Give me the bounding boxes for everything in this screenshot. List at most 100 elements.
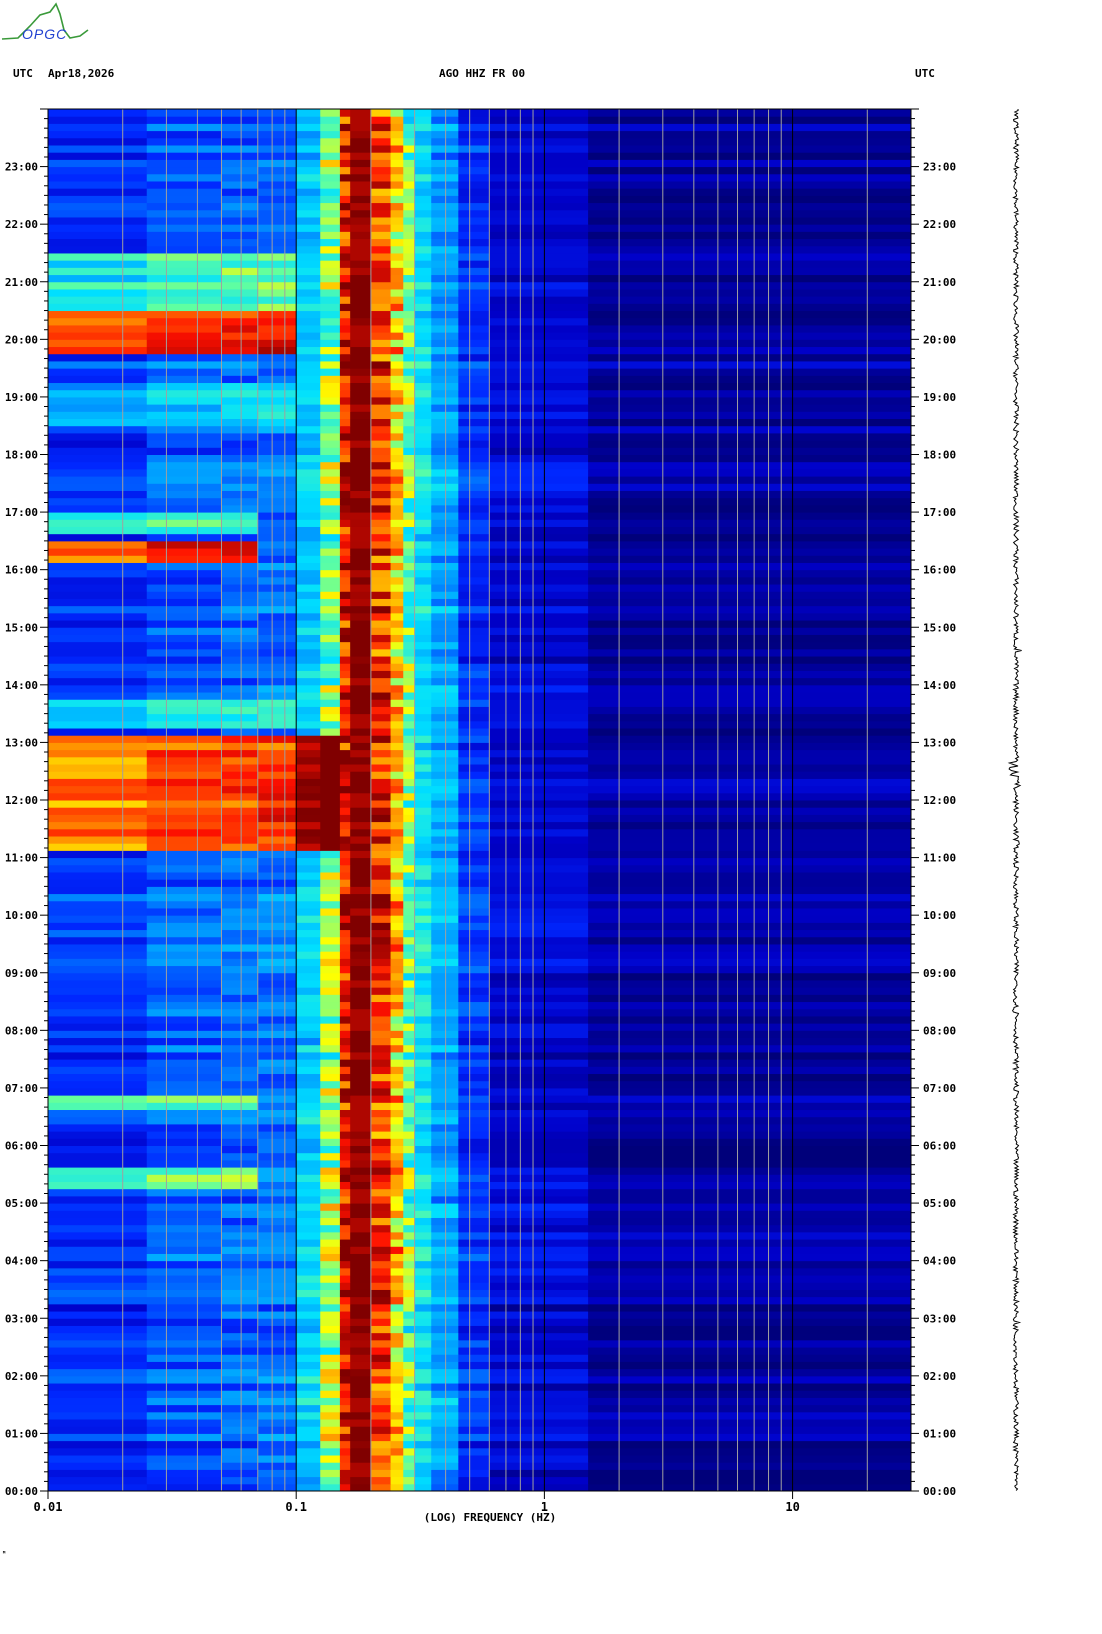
spectrogram-cell bbox=[588, 1246, 912, 1254]
spectrogram-cell bbox=[390, 598, 404, 607]
spectrogram-cell bbox=[390, 346, 404, 355]
spectrogram-cell bbox=[257, 612, 297, 621]
spectrogram-cell bbox=[257, 310, 297, 319]
spectrogram-cell bbox=[257, 1253, 297, 1262]
spectrogram-cell bbox=[146, 1296, 222, 1305]
spectrogram-cell bbox=[588, 1347, 912, 1355]
spectrogram-cell bbox=[350, 231, 372, 240]
spectrogram-cell bbox=[403, 447, 416, 455]
spectrogram-cell bbox=[489, 418, 589, 427]
spectrogram-cell bbox=[403, 692, 416, 700]
spectrogram-cell bbox=[350, 1123, 372, 1132]
spectrogram-cell bbox=[350, 584, 372, 592]
spectrogram-cell bbox=[296, 1044, 321, 1053]
spectrogram-cell bbox=[588, 785, 912, 794]
spectrogram-cell bbox=[414, 425, 432, 434]
spectrogram-cell bbox=[588, 512, 912, 520]
spectrogram-cell bbox=[370, 958, 392, 967]
spectrogram-cell bbox=[146, 641, 222, 650]
spectrogram-cell bbox=[588, 591, 912, 599]
spectrogram-cell bbox=[489, 1246, 589, 1254]
spectrogram-cell bbox=[403, 224, 416, 232]
spectrogram-cell bbox=[458, 800, 490, 808]
spectrogram-cell bbox=[390, 656, 404, 664]
spectrogram-cell bbox=[390, 404, 404, 412]
spectrogram-cell bbox=[339, 576, 351, 585]
spectrogram-cell bbox=[390, 368, 404, 376]
spectrogram-cell bbox=[370, 368, 392, 376]
spectrogram-cell bbox=[370, 1188, 392, 1197]
spectrogram-cell bbox=[588, 1030, 912, 1039]
spectrogram-cell bbox=[403, 116, 416, 124]
spectrogram-cell bbox=[458, 684, 490, 693]
spectrogram-cell bbox=[489, 1001, 589, 1010]
spectrogram-cell bbox=[489, 915, 589, 923]
spectrogram-cell bbox=[257, 440, 297, 448]
spectrogram-cell bbox=[296, 1059, 321, 1067]
spectrogram-cell bbox=[403, 706, 416, 715]
spectrogram-cell bbox=[414, 907, 432, 916]
spectrogram-cell bbox=[588, 1066, 912, 1075]
spectrogram-cell bbox=[48, 144, 148, 153]
spectrogram-cell bbox=[403, 742, 416, 751]
spectrogram-cell bbox=[431, 1282, 459, 1290]
spectrogram-cell bbox=[458, 1095, 490, 1103]
spectrogram-cell bbox=[339, 1138, 351, 1146]
spectrogram-cell bbox=[370, 569, 392, 578]
spectrogram-cell bbox=[588, 202, 912, 211]
spectrogram-cell bbox=[414, 396, 432, 405]
spectrogram-cell bbox=[390, 454, 404, 463]
spectrogram-cell bbox=[350, 245, 372, 254]
spectrogram-cell bbox=[257, 1267, 297, 1276]
spectrogram-cell bbox=[350, 684, 372, 693]
spectrogram-cell bbox=[431, 800, 459, 808]
spectrogram-cell bbox=[146, 807, 222, 815]
spectrogram-cell bbox=[489, 1483, 589, 1492]
spectrogram-cell bbox=[489, 252, 589, 261]
spectrogram-cell bbox=[370, 504, 392, 513]
spectrogram-cell bbox=[48, 1390, 148, 1398]
spectrogram-cell bbox=[403, 512, 416, 520]
spectrogram-cell bbox=[370, 871, 392, 880]
spectrogram-cell bbox=[370, 1325, 392, 1334]
spectrogram-cell bbox=[339, 425, 351, 434]
spectrogram-cell bbox=[350, 1289, 372, 1298]
spectrogram-cell bbox=[370, 245, 392, 254]
spectrogram-cell bbox=[458, 713, 490, 722]
spectrogram-cell bbox=[221, 1145, 259, 1154]
spectrogram-cell bbox=[320, 1325, 341, 1334]
spectrogram-cell bbox=[414, 1325, 432, 1334]
spectrogram-cell bbox=[296, 353, 321, 362]
spectrogram-cell bbox=[350, 612, 372, 621]
spectrogram-cell bbox=[403, 900, 416, 909]
spectrogram-cell bbox=[320, 1440, 341, 1449]
spectrogram-cell bbox=[320, 1339, 341, 1348]
spectrogram-cell bbox=[257, 1203, 297, 1211]
spectrogram-cell bbox=[390, 1015, 404, 1024]
spectrogram-cell bbox=[296, 562, 321, 571]
spectrogram-cell bbox=[403, 260, 416, 268]
spectrogram-cell bbox=[350, 332, 372, 340]
spectrogram-cell bbox=[320, 296, 341, 304]
spectrogram-cell bbox=[350, 1447, 372, 1456]
spectrogram-cell bbox=[320, 835, 341, 844]
spectrogram-cell bbox=[146, 1037, 222, 1046]
spectrogram-cell bbox=[414, 792, 432, 801]
spectrogram-cell bbox=[390, 951, 404, 959]
spectrogram-cell bbox=[458, 267, 490, 276]
spectrogram-cell bbox=[146, 1023, 222, 1031]
spectrogram-cell bbox=[489, 303, 589, 312]
spectrogram-cell bbox=[320, 994, 341, 1003]
spectrogram-cell bbox=[339, 1109, 351, 1118]
spectrogram-cell bbox=[350, 339, 372, 348]
spectrogram-cell bbox=[146, 440, 222, 448]
spectrogram-cell bbox=[221, 677, 259, 686]
spectrogram-cell bbox=[414, 274, 432, 283]
spectrogram-cell bbox=[221, 1311, 259, 1319]
spectrogram-cell bbox=[339, 1116, 351, 1125]
spectrogram-cell bbox=[431, 576, 459, 585]
spectrogram-cell bbox=[588, 735, 912, 743]
spectrogram-cell bbox=[390, 1210, 404, 1218]
spectrogram-cell bbox=[414, 1455, 432, 1463]
spectrogram-cell bbox=[257, 915, 297, 923]
